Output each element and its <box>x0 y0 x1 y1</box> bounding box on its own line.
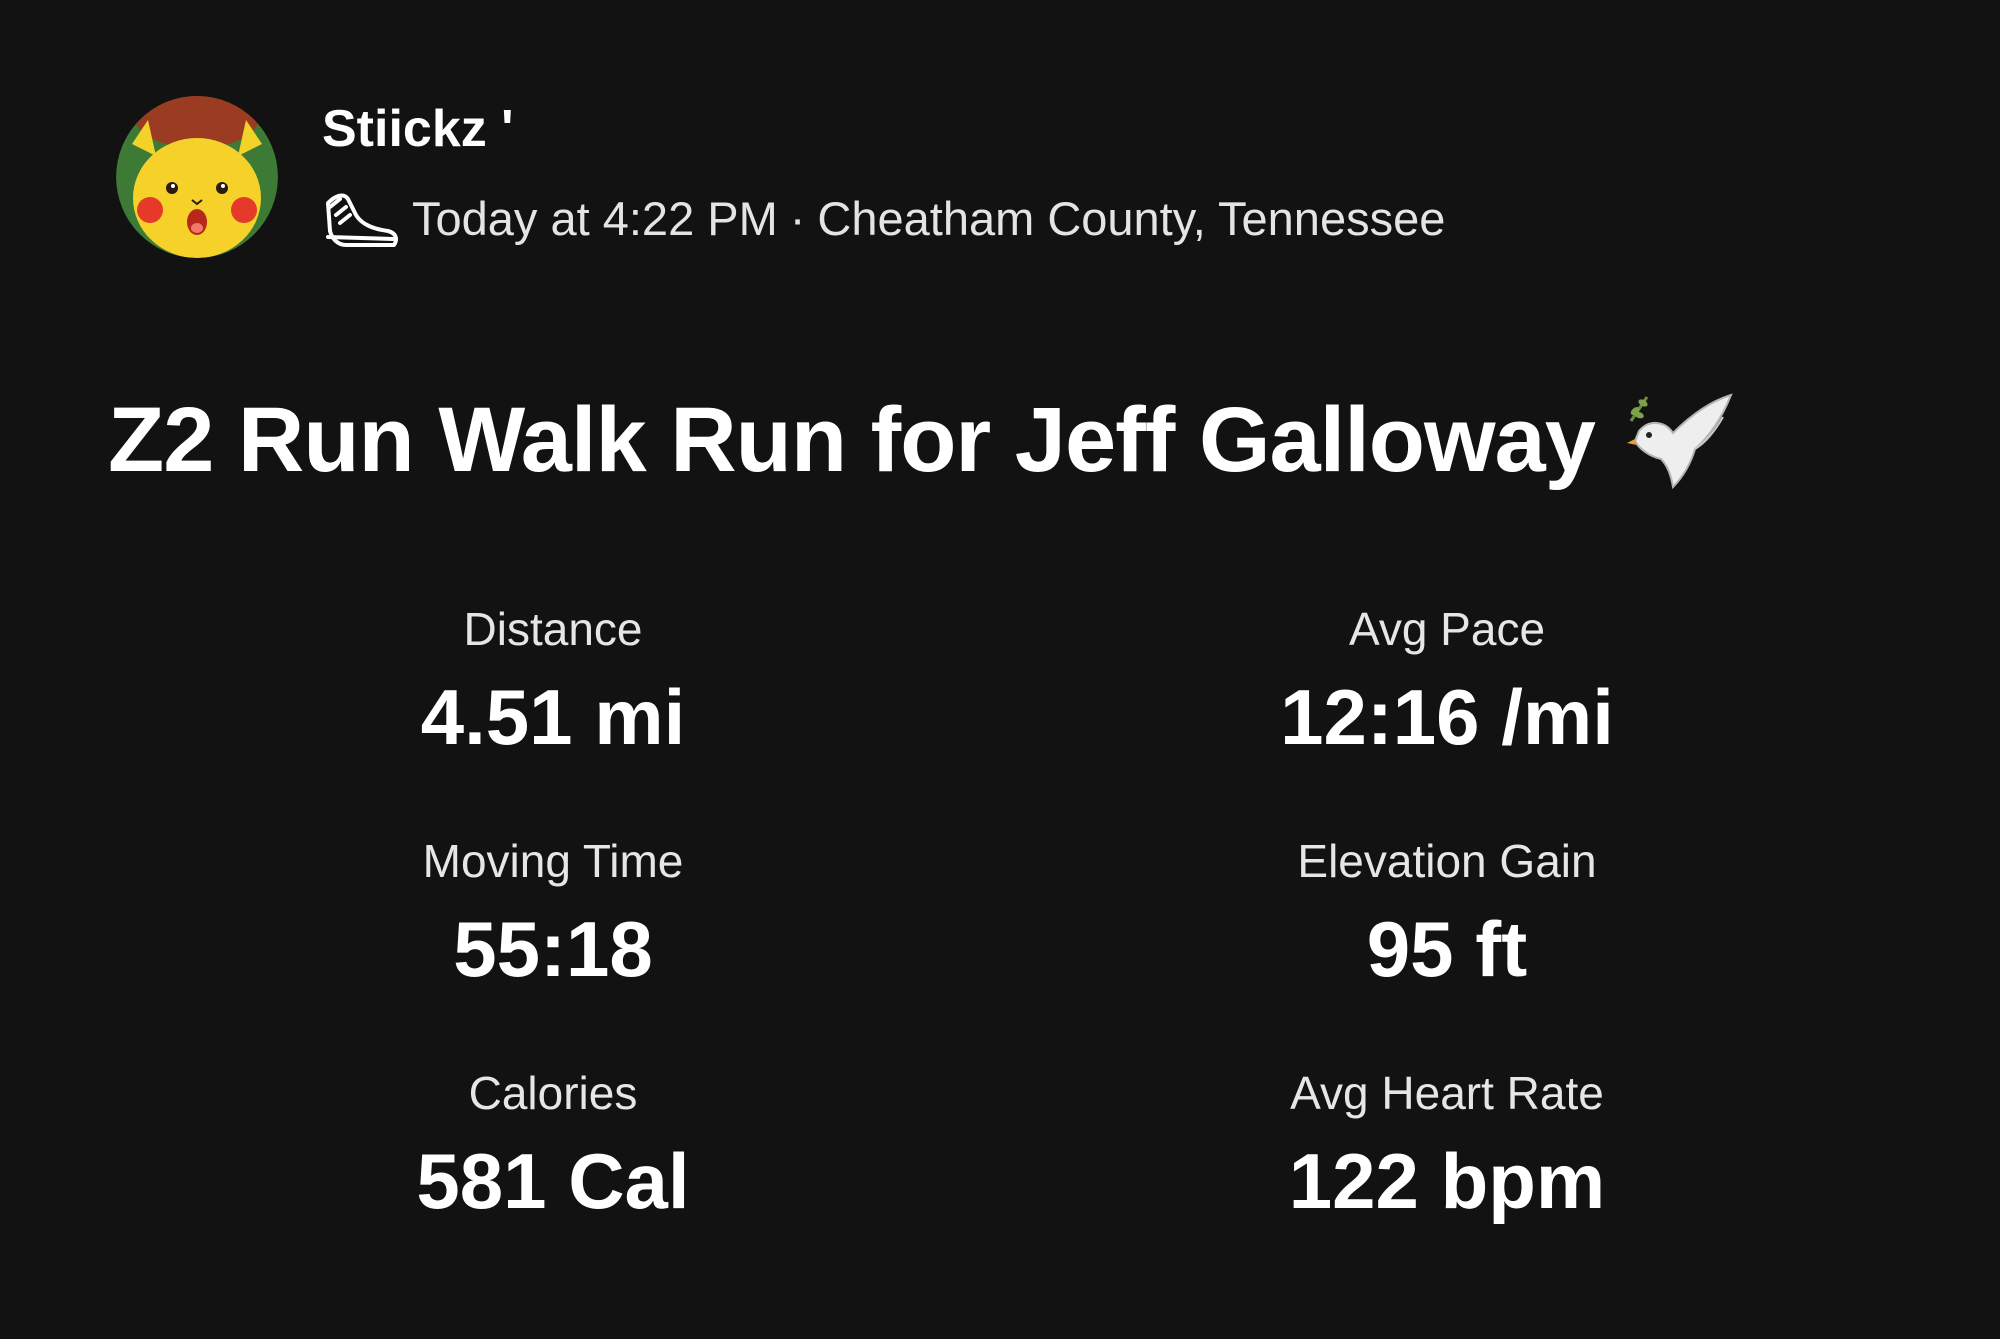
stat-label: Avg Pace <box>1348 603 1546 655</box>
stat-value: 4.51 mi <box>420 673 686 761</box>
stat-avg-pace: Avg Pace 12:16 /mi <box>1147 606 1747 756</box>
stat-value: 95 ft <box>1366 905 1528 993</box>
stat-label: Elevation Gain <box>1297 835 1597 887</box>
separator-dot: · <box>789 192 806 246</box>
stat-avg-heart-rate: Avg Heart Rate 122 bpm <box>1147 1070 1747 1220</box>
stat-value: 12:16 /mi <box>1280 673 1614 761</box>
stat-label: Moving Time <box>422 835 684 887</box>
activity-header: Stiickz ' Today at 4:22 PM · Cheatham Co… <box>116 96 1445 258</box>
stat-value: 55:18 <box>453 905 653 993</box>
activity-subtitle: Today at 4:22 PM · Cheatham County, Tenn… <box>322 185 1445 253</box>
stat-distance: Distance 4.51 mi <box>253 606 853 756</box>
running-shoe-icon <box>322 185 400 253</box>
stat-label: Avg Heart Rate <box>1290 1067 1604 1119</box>
activity-title-text: Z2 Run Walk Run for Jeff Galloway <box>108 389 1596 491</box>
stat-elevation-gain: Elevation Gain 95 ft <box>1147 838 1747 988</box>
stat-label: Distance <box>463 603 643 655</box>
activity-location: Cheatham County, Tennessee <box>817 192 1446 246</box>
dove-icon <box>1625 391 1737 491</box>
stat-label: Calories <box>468 1067 638 1119</box>
athlete-name[interactable]: Stiickz ' <box>322 101 1445 158</box>
stat-calories: Calories 581 Cal <box>253 1070 853 1220</box>
stat-value: 581 Cal <box>416 1137 690 1225</box>
pikachu-avatar-image <box>116 96 278 258</box>
stat-moving-time: Moving Time 55:18 <box>253 838 853 988</box>
activity-card[interactable]: Stiickz ' Today at 4:22 PM · Cheatham Co… <box>0 0 2000 1339</box>
stat-value: 122 bpm <box>1288 1137 1606 1225</box>
activity-meta: Stiickz ' Today at 4:22 PM · Cheatham Co… <box>322 101 1445 252</box>
avatar[interactable] <box>116 96 278 258</box>
activity-time: Today at 4:22 PM <box>412 192 778 246</box>
activity-title[interactable]: Z2 Run Walk Run for Jeff Galloway <box>108 388 1737 493</box>
